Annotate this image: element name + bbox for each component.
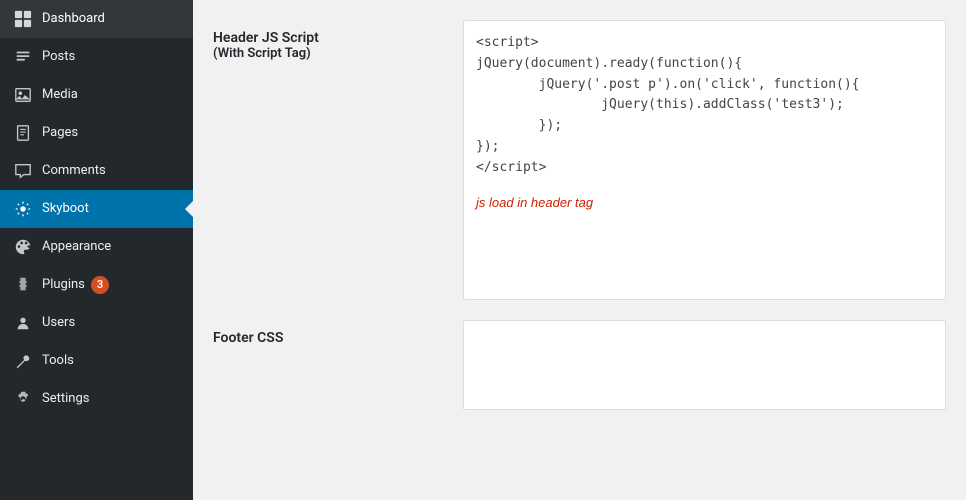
sidebar-item-label: Media [42, 86, 78, 104]
header-js-code: <script> jQuery(document).ready(function… [476, 33, 933, 179]
plugins-icon [12, 274, 34, 296]
sidebar-item-label: Pages [42, 124, 78, 142]
comments-icon [12, 160, 34, 182]
header-js-label: Header JS Script (With Script Tag) [213, 20, 463, 61]
sidebar-item-skyboot[interactable]: Skyboot [0, 190, 193, 228]
settings-icon [12, 388, 34, 410]
posts-icon [12, 46, 34, 68]
footer-css-label-title: Footer CSS [213, 330, 463, 346]
footer-css-label: Footer CSS [213, 320, 463, 346]
sidebar: Dashboard Posts Media Pages Comments Sky… [0, 0, 193, 500]
sidebar-item-comments[interactable]: Comments [0, 152, 193, 190]
pages-icon [12, 122, 34, 144]
sidebar-item-label: Settings [42, 390, 89, 408]
sidebar-item-label: Skyboot [42, 200, 89, 218]
sidebar-item-label: Plugins [42, 276, 85, 294]
footer-css-section: Footer CSS [213, 320, 946, 410]
skyboot-icon [12, 198, 34, 220]
header-js-section: Header JS Script (With Script Tag) <scri… [213, 20, 946, 300]
sidebar-item-pages[interactable]: Pages [0, 114, 193, 152]
plugins-badge: 3 [91, 276, 109, 293]
tools-icon [12, 350, 34, 372]
sidebar-item-label: Posts [42, 48, 75, 66]
sidebar-item-label: Users [42, 314, 75, 332]
sidebar-item-media[interactable]: Media [0, 76, 193, 114]
sidebar-item-users[interactable]: Users [0, 304, 193, 342]
sidebar-item-plugins[interactable]: Plugins 3 [0, 266, 193, 304]
header-js-code-block[interactable]: <script> jQuery(document).ready(function… [463, 20, 946, 300]
media-icon [12, 84, 34, 106]
header-js-note: js load in header tag [476, 195, 933, 210]
sidebar-item-label: Tools [42, 352, 74, 370]
header-js-label-sub: (With Script Tag) [213, 46, 463, 61]
appearance-icon [12, 236, 34, 258]
main-content: Header JS Script (With Script Tag) <scri… [193, 0, 966, 500]
sidebar-item-label: Dashboard [42, 10, 105, 28]
header-js-label-title: Header JS Script [213, 30, 463, 46]
dashboard-icon [12, 8, 34, 30]
footer-css-content[interactable] [463, 320, 946, 410]
sidebar-item-settings[interactable]: Settings [0, 380, 193, 418]
sidebar-item-posts[interactable]: Posts [0, 38, 193, 76]
users-icon [12, 312, 34, 334]
sidebar-item-tools[interactable]: Tools [0, 342, 193, 380]
sidebar-item-dashboard[interactable]: Dashboard [0, 0, 193, 38]
sidebar-item-label: Comments [42, 162, 106, 180]
sidebar-item-appearance[interactable]: Appearance [0, 228, 193, 266]
sidebar-item-label: Appearance [42, 238, 111, 256]
